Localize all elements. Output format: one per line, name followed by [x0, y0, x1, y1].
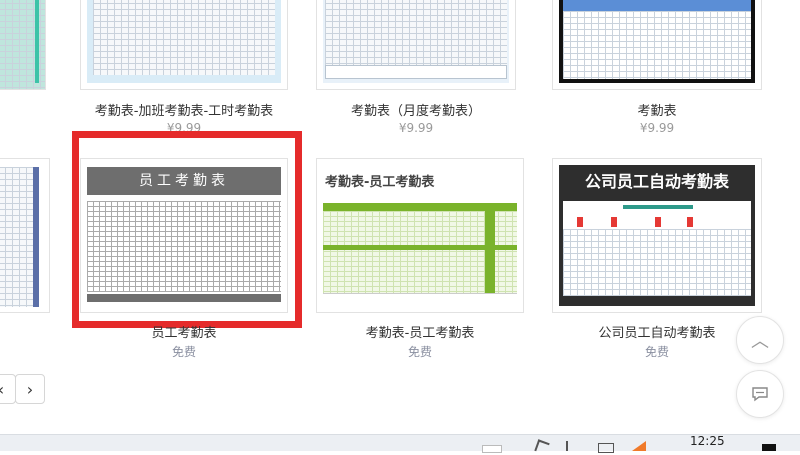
thumbnail-border	[35, 0, 39, 83]
thumbnail-image	[87, 0, 281, 83]
template-price: 免费	[407, 345, 432, 359]
window-icon[interactable]	[482, 445, 502, 453]
template-card-employee-attendance[interactable]: 员工考勤表	[80, 158, 288, 313]
thumbnail-image: 员工考勤表	[87, 165, 281, 306]
template-card-partial-left[interactable]	[0, 0, 46, 90]
template-title[interactable]: 考勤表（月度考勤表）	[316, 100, 516, 119]
template-card-company-auto-attendance[interactable]: 公司员工自动考勤表	[552, 158, 762, 313]
battery-icon[interactable]	[598, 443, 614, 453]
thumbnail-header: 考勤表-员工考勤表	[325, 175, 435, 190]
template-title[interactable]: 考勤表	[552, 100, 762, 119]
template-card-1[interactable]	[80, 0, 288, 90]
thumbnail-image: 公司员工自动考勤表	[559, 165, 755, 306]
template-price: ¥9.99	[166, 121, 202, 135]
thumbnail-image	[323, 0, 509, 83]
prev-page-button[interactable]: ‹	[0, 374, 16, 404]
template-card-partial-left-2[interactable]	[0, 158, 50, 313]
thumbnail-image	[0, 0, 45, 89]
system-taskbar: 12:25	[0, 434, 800, 455]
chevron-up-icon: ︿	[751, 331, 769, 352]
template-price: 免费	[171, 345, 196, 359]
thumbnail-header: 员工考勤表	[87, 167, 281, 195]
template-title[interactable]: 员工考勤表	[80, 322, 288, 341]
template-card-2[interactable]	[316, 0, 516, 90]
next-page-button[interactable]: ›	[15, 374, 45, 404]
chevron-left-icon: ‹	[0, 380, 4, 399]
template-price: 免费	[644, 345, 669, 359]
template-title[interactable]: 考勤表-员工考勤表	[316, 322, 524, 341]
thumbnail-image	[559, 0, 755, 83]
thumbnail-header: 公司员工自动考勤表	[584, 172, 729, 191]
feedback-button[interactable]	[736, 370, 784, 418]
template-title[interactable]: 考勤表-加班考勤表-工时考勤表	[80, 100, 288, 119]
back-to-top-button[interactable]: ︿	[736, 316, 784, 364]
chat-icon	[752, 387, 768, 402]
template-price: ¥9.99	[639, 121, 675, 135]
chevron-right-icon: ›	[26, 379, 34, 399]
template-price: ¥9.99	[398, 121, 434, 135]
thumbnail-image	[0, 167, 39, 307]
network-icon[interactable]	[534, 439, 550, 455]
clock-time[interactable]: 12:25	[690, 434, 725, 448]
template-card-attendance-employee[interactable]: 考勤表-员工考勤表	[316, 158, 524, 313]
thumbnail-image: 考勤表-员工考勤表	[323, 165, 517, 306]
template-title[interactable]: 公司员工自动考勤表	[552, 322, 762, 341]
template-card-3[interactable]	[552, 0, 762, 90]
